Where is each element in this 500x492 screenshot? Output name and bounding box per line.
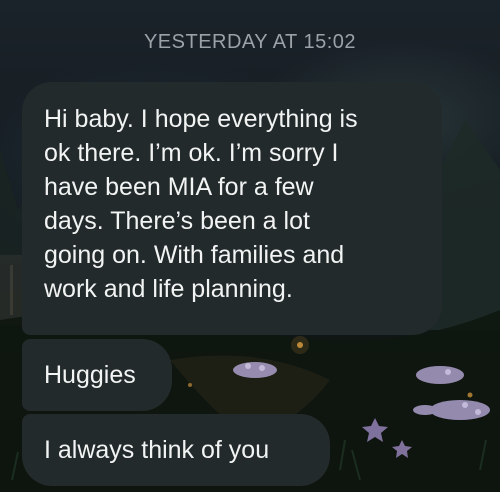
message-bubble[interactable]: I always think of you <box>22 414 330 486</box>
message-bubble[interactable]: Huggies <box>22 339 172 411</box>
message-bubble[interactable]: Hi baby. I hope everything is ok there. … <box>22 82 442 335</box>
message-timestamp: YESTERDAY AT 15:02 <box>143 31 357 53</box>
